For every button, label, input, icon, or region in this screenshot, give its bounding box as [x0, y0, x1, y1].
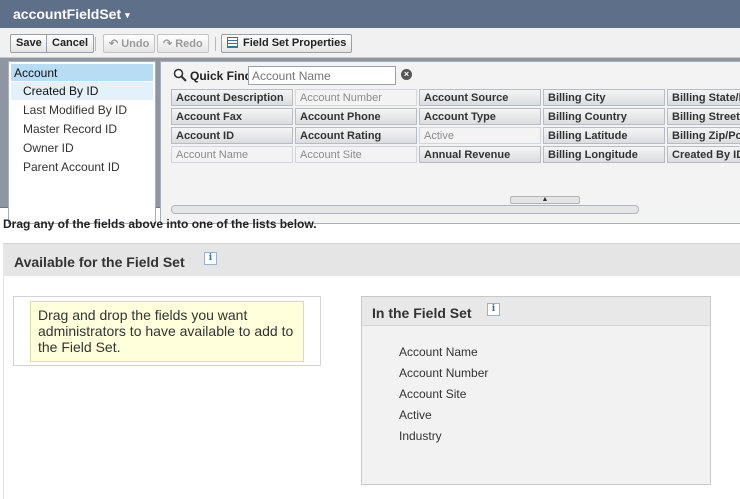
toolbar: Save Cancel ↶ Undo ↷ Redo Field Set Proper… [0, 28, 740, 58]
field-item-used[interactable]: Account Number [295, 89, 417, 106]
field-set-item[interactable]: Account Name [399, 345, 478, 359]
cancel-button[interactable]: Cancel [46, 34, 95, 53]
horizontal-scrollbar[interactable] [171, 205, 639, 214]
field-item[interactable]: Billing Latitude [543, 127, 665, 144]
field-item-used[interactable]: Account Site [295, 146, 417, 163]
field-set-title: accountFieldSet [13, 6, 122, 22]
field-item[interactable]: Account Type [419, 108, 541, 125]
field-item[interactable]: Billing State/Province [667, 89, 740, 106]
toolbar-divider [95, 37, 96, 51]
drag-instructions: Drag any of the fields above into one of… [3, 217, 317, 231]
info-icon[interactable]: i [204, 252, 217, 265]
field-item-used[interactable]: Active [419, 127, 541, 144]
collapse-palette-handle[interactable]: ▲ [510, 196, 580, 204]
field-item[interactable]: Annual Revenue [419, 146, 541, 163]
redo-icon: ↷ [163, 38, 173, 50]
field-set-editor: Save Cancel ↶ Undo ↷ Redo Field Set Proper… [0, 28, 740, 224]
field-item[interactable]: Created By ID [667, 146, 740, 163]
object-list-item[interactable]: Last Modified By ID [23, 103, 127, 117]
undo-label: Undo [121, 38, 150, 50]
object-list-item[interactable]: Master Record ID [23, 122, 117, 136]
field-set-item[interactable]: Account Number [399, 366, 488, 380]
object-list-item[interactable]: Parent Account ID [23, 160, 120, 174]
toolbar-divider [215, 37, 216, 51]
field-set-item[interactable]: Account Site [399, 387, 466, 401]
clear-icon[interactable]: × [401, 69, 412, 80]
field-item[interactable]: Account ID [171, 127, 293, 144]
available-section-header: Available for the Field Set i [3, 243, 740, 276]
in-field-set-panel[interactable]: In the Field Set i Account Name Account … [361, 296, 711, 485]
field-palette: Quick Find × Account Description Account… [160, 61, 740, 224]
quick-find-label: Quick Find [190, 69, 253, 83]
object-list-item[interactable]: Created By ID [11, 82, 153, 100]
field-item-used[interactable]: Account Name [171, 146, 293, 163]
field-item[interactable]: Account Phone [295, 108, 417, 125]
field-item[interactable]: Billing City [543, 89, 665, 106]
field-item[interactable]: Billing Longitude [543, 146, 665, 163]
field-item[interactable]: Billing Country [543, 108, 665, 125]
field-set-title-bar[interactable]: accountFieldSet ▾ [0, 0, 740, 28]
field-set-item[interactable]: Active [399, 408, 432, 422]
in-field-set-header: In the Field Set i [362, 297, 710, 326]
object-list-header[interactable]: Account [11, 64, 153, 81]
info-icon[interactable]: i [487, 303, 500, 316]
field-set-properties-label: Field Set Properties [243, 37, 347, 49]
field-item[interactable]: Account Description [171, 89, 293, 106]
field-item[interactable]: Account Rating [295, 127, 417, 144]
field-item[interactable]: Billing Street [667, 108, 740, 125]
object-list-item[interactable]: Owner ID [23, 141, 74, 155]
search-icon [173, 68, 187, 82]
properties-icon [227, 37, 238, 48]
quick-find-input[interactable] [248, 66, 396, 85]
undo-icon: ↶ [109, 38, 119, 50]
field-item[interactable]: Account Source [419, 89, 541, 106]
in-field-set-title: In the Field Set [372, 305, 472, 321]
undo-button[interactable]: ↶ Undo [103, 34, 156, 53]
chevron-down-icon[interactable]: ▾ [125, 10, 130, 20]
field-set-properties-button[interactable]: Field Set Properties [221, 34, 353, 53]
available-hint: Drag and drop the fields you want admini… [30, 301, 304, 362]
save-button[interactable]: Save [10, 34, 48, 53]
field-item[interactable]: Account Fax [171, 108, 293, 125]
redo-label: Redo [175, 38, 203, 50]
field-item[interactable]: Billing Zip/Postal Code [667, 127, 740, 144]
object-list: Account Created By ID Last Modified By I… [8, 61, 156, 224]
redo-button[interactable]: ↷ Redo [157, 34, 209, 53]
field-set-item[interactable]: Industry [399, 429, 442, 443]
available-section-title: Available for the Field Set [14, 254, 185, 270]
